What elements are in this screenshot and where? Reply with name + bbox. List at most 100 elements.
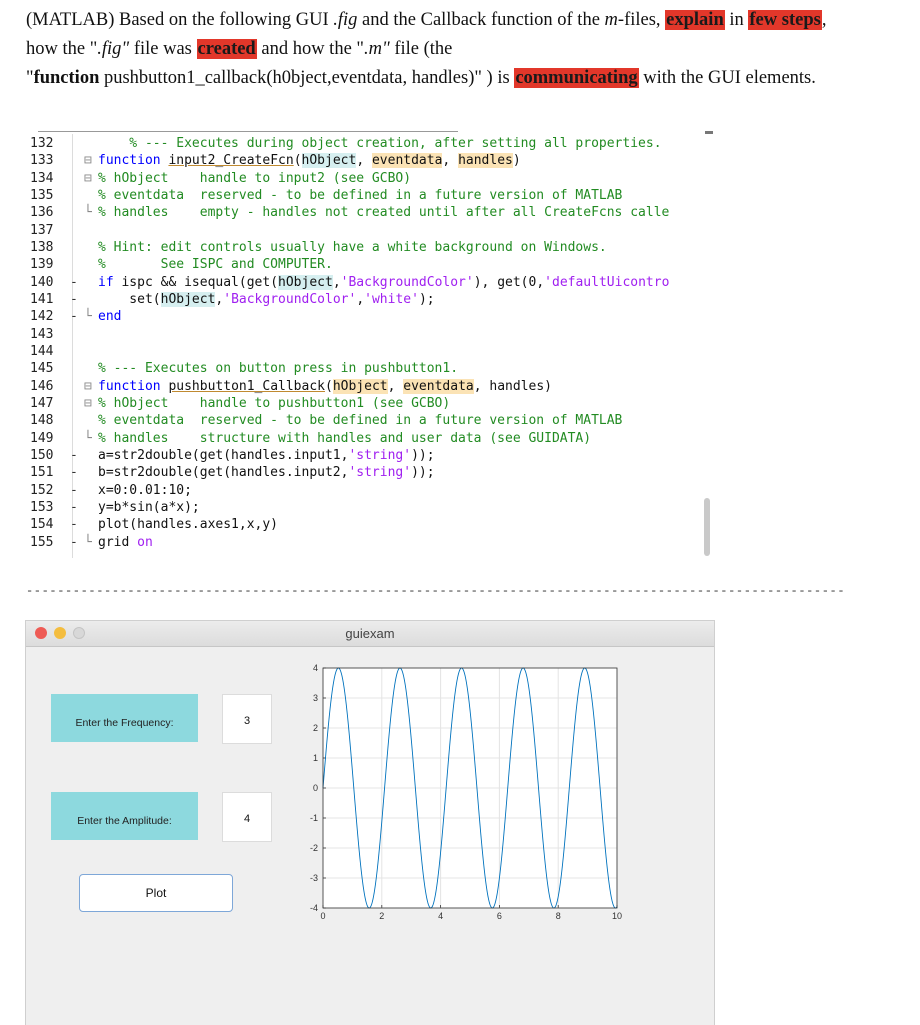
plot-axes: 0 2 4 6 8 1043210-1-2-3-4 [310,663,622,921]
code-line: 149 └% handles structure with handles and… [24,430,669,447]
breakpoint-dash[interactable]: - [70,464,84,481]
code-token: ); [418,291,435,307]
code-token: , [356,291,365,307]
code-line: 133 ⊟ function input2_CreateFcn(hObject, e… [24,152,669,169]
line-number: 136 [30,205,54,221]
x-tick-label: 10 [612,911,622,921]
question-line-3: "function pushbutton1_callback(h0bject,e… [26,68,816,88]
code-token: hObject [278,274,333,290]
fold-marker[interactable]: └ [84,430,98,447]
breakpoint-dash[interactable]: - [70,274,84,291]
code-line: 139 % See ISPC and COMPUTER. [24,256,669,273]
code-text: % hObject handle to input2 (see GCBO) [98,170,411,187]
code-line: 155- └ grid on [24,534,669,551]
editor-scroll-marker [705,131,713,134]
code-text: grid on [98,534,153,551]
line-number: 150 [30,447,54,463]
breakpoint-dash[interactable]: - [70,482,84,499]
code-line: 143 [24,326,669,343]
fold-marker[interactable]: └ [84,308,98,325]
x-tick-label: 4 [438,911,443,921]
code-text: % eventdata reserved - to be defined in … [98,187,622,204]
code-token: 'defaultUicontro [544,274,670,290]
fold-marker[interactable]: ⊟ [84,152,98,169]
code-token: % handles empty - handles not created un… [98,205,670,221]
breakpoint-dash[interactable]: - [70,499,84,516]
code-line: 144 [24,343,669,360]
fold-marker[interactable]: ⊟ [84,395,98,412]
code-token: end [98,309,122,325]
code-token: plot(handles.axes1,x,y) [98,517,279,533]
editor-scrollbar[interactable] [704,498,710,556]
code-text: if ispc && isequal(get(hObject,'Backgrou… [98,274,669,291]
code-text: function input2_CreateFcn(hObject, event… [98,152,521,169]
breakpoint-dash[interactable]: - [70,516,84,533]
code-token: function [98,378,169,394]
separator-line: ----------------------------------------… [26,584,846,598]
code-line: 136 └% handles empty - handles not create… [24,204,669,221]
code-text: end [98,308,121,325]
breakpoint-dash[interactable]: - [70,291,84,308]
code-text: % handles empty - handles not created un… [98,204,669,221]
code-token: % eventdata reserved - to be defined in … [98,413,623,429]
code-line: 145 % --- Executes on button press in pus… [24,360,669,377]
line-number: 144 [30,343,54,359]
fold-marker[interactable]: └ [84,534,98,551]
code-token: % --- Executes on button press in pushbu… [98,361,459,377]
code-token: % Hint: edit controls usually have a whi… [98,239,607,255]
editor-top-border [38,131,458,132]
line-number: 135 [30,187,54,203]
line-number: 146 [30,378,54,394]
fold-marker[interactable]: └ [84,204,98,221]
code-token: if [98,274,122,290]
fold-marker[interactable]: ⊟ [84,170,98,187]
code-line: 134 ⊟% hObject handle to input2 (see GCBO… [24,170,669,187]
code-token: input2_CreateFcn [168,153,294,169]
y-tick-label: 3 [313,693,318,703]
breakpoint-dash[interactable]: - [70,534,84,551]
line-number: 139 [30,257,54,273]
code-line: 138 % Hint: edit controls usually have a … [24,239,669,256]
question-line-2: how the ".fig" file was created and how … [26,39,453,59]
fold-marker[interactable]: ⊟ [84,378,98,395]
code-token: % hObject handle to pushbutton1 (see GCB… [98,395,451,411]
code-token: 'BackgroundColor' [340,274,474,290]
code-token: )); [411,465,435,481]
code-token: a=str2double(get(handles.input1, [98,447,349,463]
line-number: 134 [30,170,54,186]
code-line: 135 % eventdata reserved - to be defined … [24,187,669,204]
code-line: 137 [24,222,669,239]
code-token: ) [512,153,521,169]
code-token: hObject [301,153,357,169]
code-token: 'BackgroundColor' [223,291,357,307]
x-tick-label: 8 [556,911,561,921]
breakpoint-dash[interactable]: - [70,308,84,325]
code-token: hObject [160,291,216,307]
code-editor[interactable]: 132 % --- Executes during object creatio… [24,128,716,558]
code-token: hObject [332,378,388,394]
code-line: 152- x=0:0.01:10; [24,482,669,499]
code-token: 'white' [364,291,419,307]
highlight-communicating: communicating [514,68,639,88]
breakpoint-dash[interactable]: - [70,447,84,464]
y-tick-label: 0 [313,783,318,793]
code-token: ( [293,153,302,169]
code-line: 150- a=str2double(get(handles.input1,'str… [24,447,669,464]
code-token: 'string' [348,465,412,481]
code-token: eventdata [371,153,443,169]
code-token: , [442,153,459,169]
line-number: 141 [30,291,54,307]
line-number: 145 [30,361,54,377]
line-number: 155 [30,534,54,550]
code-text: % eventdata reserved - to be defined in … [98,412,622,429]
code-token: % eventdata reserved - to be defined in … [98,187,623,203]
code-line: 146 ⊟ function pushbutton1_Callback(hObjec… [24,378,669,395]
line-number: 148 [30,413,54,429]
line-number: 140 [30,274,54,290]
code-token: b=str2double(get(handles.input2, [98,465,349,481]
highlight-created: created [196,39,257,59]
code-token: y=b*sin(a*x); [98,499,200,515]
code-token: )); [411,447,435,463]
line-number: 149 [30,430,54,446]
y-tick-label: 1 [313,753,318,763]
